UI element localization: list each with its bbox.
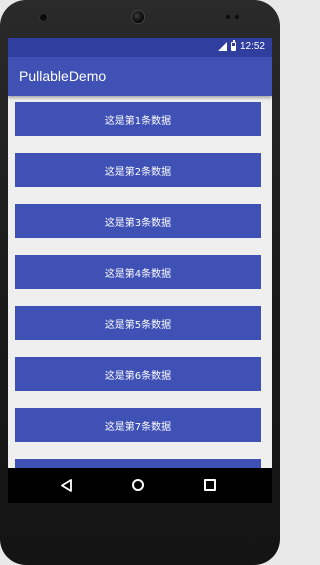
recent-apps-icon[interactable] [204, 479, 216, 491]
list-item[interactable]: 这是第6条数据 [15, 357, 261, 391]
status-time: 12:52 [239, 41, 265, 52]
phone-frame: 12:52 PullableDemo 这是第1条数据 这是第2条数据 这是第3条… [0, 0, 280, 565]
list-item[interactable] [15, 459, 261, 468]
speaker-dot [40, 14, 47, 21]
signal-icon [217, 42, 227, 51]
back-icon[interactable] [60, 479, 73, 492]
status-icons: 12:52 [217, 40, 265, 52]
list-item[interactable]: 这是第2条数据 [15, 153, 261, 187]
list-item[interactable]: 这是第7条数据 [15, 408, 261, 442]
list-item[interactable]: 这是第4条数据 [15, 255, 261, 289]
front-camera [132, 11, 144, 23]
list-item[interactable]: 这是第5条数据 [15, 306, 261, 340]
screen: 12:52 PullableDemo 这是第1条数据 这是第2条数据 这是第3条… [8, 38, 272, 503]
sensor-dot [235, 15, 239, 19]
list-item[interactable]: 这是第3条数据 [15, 204, 261, 238]
battery-icon [230, 40, 236, 51]
sensor-dot [226, 15, 230, 19]
home-icon[interactable] [132, 479, 144, 491]
status-bar: 12:52 [8, 38, 272, 57]
data-list[interactable]: 这是第1条数据 这是第2条数据 这是第3条数据 这是第4条数据 这是第5条数据 … [8, 96, 272, 468]
app-bar: PullableDemo [8, 57, 272, 96]
navigation-bar [8, 468, 272, 503]
app-title: PullableDemo [19, 68, 107, 84]
list-item[interactable]: 这是第1条数据 [15, 102, 261, 136]
